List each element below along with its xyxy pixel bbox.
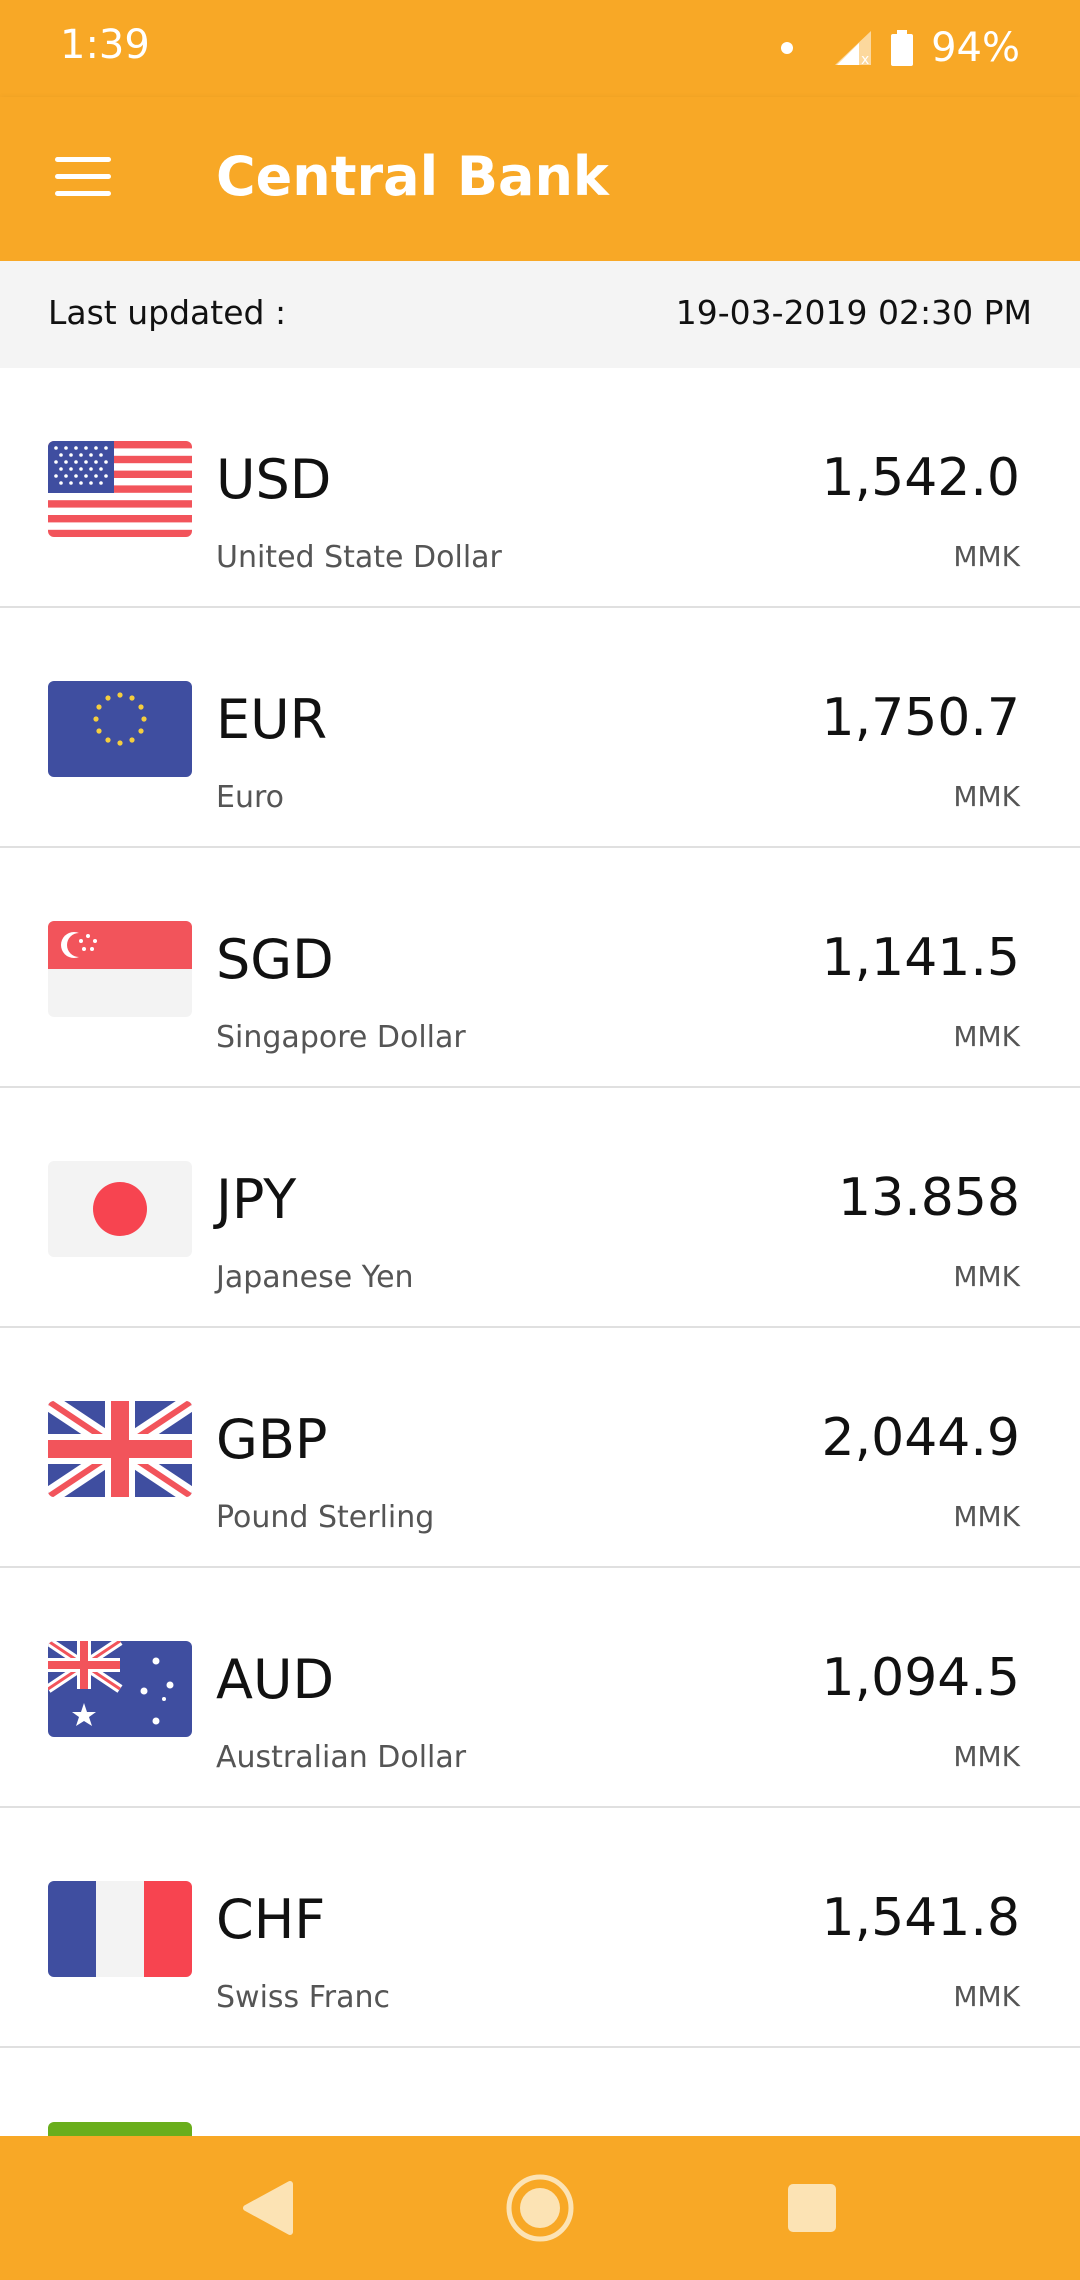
currency-name: Euro <box>216 780 284 815</box>
rate-row-jpy[interactable]: JPY Japanese Yen 13.858 MMK <box>0 1088 1080 1328</box>
exchange-rate: 13.858 <box>838 1168 1020 1228</box>
currency-name: Pound Sterling <box>216 1500 435 1535</box>
recent-apps-square-icon <box>788 2184 836 2232</box>
rate-unit: MMK <box>953 780 1020 813</box>
rate-unit: MMK <box>953 1260 1020 1293</box>
exchange-rate: 2,044.9 <box>821 1408 1020 1468</box>
rate-row-sgd[interactable]: SGD Singapore Dollar 1,141.5 MMK <box>0 848 1080 1088</box>
currency-name: Singapore Dollar <box>216 1020 466 1055</box>
svg-text:x: x <box>861 52 869 65</box>
rate-unit: MMK <box>953 540 1020 573</box>
rate-unit: MMK <box>953 1740 1020 1773</box>
us-flag-icon <box>48 441 192 537</box>
rate-row-aud[interactable]: AUD Australian Dollar 1,094.5 MMK <box>0 1568 1080 1808</box>
back-triangle-icon <box>243 2181 293 2235</box>
app-title: Central Bank <box>216 145 609 208</box>
rate-row-eur[interactable]: EUR Euro 1,750.7 MMK <box>0 608 1080 848</box>
exchange-rate: 1,541.8 <box>821 1888 1020 1948</box>
back-button[interactable] <box>232 2172 304 2244</box>
navigation-bar <box>0 2136 1080 2280</box>
uk-flag-icon <box>48 1401 192 1497</box>
exchange-rate: 1,542.0 <box>821 448 1020 508</box>
exchange-rate: 1,750.7 <box>821 688 1020 748</box>
battery-percentage: 94% <box>931 25 1020 71</box>
last-updated-value: 19-03-2019 02:30 PM <box>675 293 1032 332</box>
recent-apps-button[interactable] <box>776 2172 848 2244</box>
singapore-flag-icon <box>48 921 192 1017</box>
status-bar: 1:39 x 94% <box>0 0 1080 97</box>
last-updated-label: Last updated : <box>48 293 287 332</box>
home-circle-icon <box>506 2174 574 2242</box>
rate-unit: MMK <box>953 1980 1020 2013</box>
france-flag-icon <box>48 1881 192 1977</box>
currency-code: EUR <box>216 688 328 751</box>
currency-code: AUD <box>216 1648 335 1711</box>
status-icons: x 94% <box>781 20 1020 76</box>
eu-flag-icon <box>48 681 192 777</box>
currency-code: GBP <box>216 1408 328 1471</box>
currency-code: USD <box>216 448 332 511</box>
battery-icon <box>891 30 914 66</box>
australia-flag-icon <box>48 1641 192 1737</box>
currency-code: SGD <box>216 928 334 991</box>
rate-row-chf[interactable]: CHF Swiss Franc 1,541.8 MMK <box>0 1808 1080 2048</box>
signal-icon: x <box>835 31 872 65</box>
currency-code: CHF <box>216 1888 326 1951</box>
exchange-rate: 1,141.5 <box>821 928 1020 988</box>
rate-unit: MMK <box>953 1020 1020 1053</box>
rate-row-gbp[interactable]: GBP Pound Sterling 2,044.9 MMK <box>0 1328 1080 1568</box>
app-bar: Central Bank <box>0 97 1080 261</box>
currency-name: Swiss Franc <box>216 1980 391 2015</box>
exchange-rate-list: USD United State Dollar 1,542.0 MMK EUR … <box>0 368 1080 2048</box>
currency-name: Japanese Yen <box>216 1260 414 1295</box>
home-button[interactable] <box>504 2172 576 2244</box>
hamburger-menu-icon <box>55 157 111 162</box>
japan-flag-icon <box>48 1161 192 1257</box>
currency-name: United State Dollar <box>216 540 502 575</box>
currency-name: Australian Dollar <box>216 1740 467 1775</box>
status-time: 1:39 <box>60 22 150 68</box>
notification-dot-icon <box>781 42 794 54</box>
rate-unit: MMK <box>953 1500 1020 1533</box>
exchange-rate: 1,094.5 <box>821 1648 1020 1708</box>
menu-button[interactable] <box>55 157 111 197</box>
currency-code: JPY <box>216 1168 297 1231</box>
rate-row-usd[interactable]: USD United State Dollar 1,542.0 MMK <box>0 368 1080 608</box>
last-updated-bar: Last updated : 19-03-2019 02:30 PM <box>0 261 1080 368</box>
